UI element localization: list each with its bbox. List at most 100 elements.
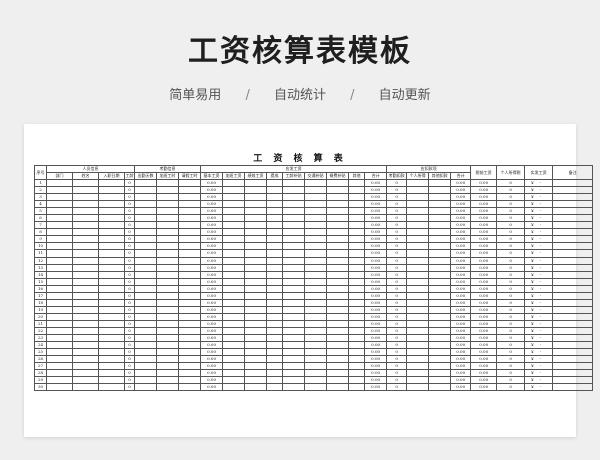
table-cell[interactable] [244, 348, 268, 357]
table-cell[interactable] [282, 242, 306, 251]
table-cell[interactable] [244, 326, 268, 336]
table-cell[interactable] [72, 193, 99, 202]
table-cell[interactable]: 0.00 [470, 369, 498, 378]
table-cell[interactable] [177, 355, 202, 364]
table-cell[interactable] [244, 355, 268, 364]
table-cell[interactable] [428, 186, 452, 195]
table-cell[interactable] [326, 334, 350, 343]
table-cell[interactable] [98, 242, 125, 251]
table-cell[interactable]: 0 [386, 235, 408, 244]
table-cell[interactable]: 0 [124, 277, 135, 286]
table-cell[interactable] [222, 326, 246, 336]
table-cell[interactable] [282, 298, 306, 307]
table-cell[interactable] [406, 376, 430, 385]
table-cell[interactable] [428, 242, 452, 251]
table-cell[interactable]: 0.00 [200, 341, 224, 350]
table-cell[interactable]: 0.00 [450, 348, 472, 357]
table-cell[interactable]: 0.00 [200, 207, 224, 216]
table-cell[interactable]: ¥ - [524, 383, 554, 392]
table-cell[interactable] [304, 186, 328, 195]
table-cell[interactable] [156, 348, 179, 357]
table-cell[interactable] [326, 362, 350, 371]
table-cell[interactable] [326, 263, 350, 272]
table-cell[interactable] [428, 270, 452, 279]
table-cell[interactable] [266, 355, 284, 364]
table-cell[interactable] [304, 291, 328, 300]
table-cell[interactable] [177, 277, 202, 286]
table-cell[interactable] [98, 383, 125, 392]
table-cell[interactable] [348, 242, 366, 251]
table-cell[interactable]: 0.00 [450, 319, 472, 328]
table-cell[interactable] [266, 207, 284, 216]
table-cell[interactable] [348, 178, 366, 188]
table-cell[interactable] [98, 178, 125, 188]
table-cell[interactable] [46, 291, 73, 300]
table-cell[interactable] [72, 376, 99, 385]
table-cell[interactable] [156, 376, 179, 385]
table-cell[interactable] [72, 284, 99, 293]
table-cell[interactable] [244, 334, 268, 343]
table-cell[interactable]: 0 [386, 376, 408, 385]
table-cell[interactable]: 0 [496, 341, 526, 350]
table-cell[interactable] [177, 221, 202, 230]
table-cell[interactable] [244, 235, 268, 244]
table-cell[interactable] [266, 186, 284, 195]
table-cell[interactable] [304, 221, 328, 230]
table-cell[interactable] [72, 369, 99, 378]
table-cell[interactable] [244, 305, 268, 314]
table-cell[interactable] [304, 383, 328, 392]
table-cell[interactable] [282, 228, 306, 237]
table-cell[interactable]: 0.00 [200, 228, 224, 237]
table-cell[interactable]: 0.00 [200, 383, 224, 392]
table-cell[interactable]: 0 [386, 369, 408, 378]
table-cell[interactable] [134, 284, 157, 293]
table-cell[interactable]: 0 [386, 228, 408, 237]
table-cell[interactable]: 0.00 [364, 178, 388, 188]
table-cell[interactable] [177, 334, 202, 343]
table-cell[interactable]: 0.00 [470, 362, 498, 371]
table-cell[interactable]: ¥ - [524, 207, 554, 216]
table-cell[interactable] [46, 193, 73, 202]
table-cell[interactable]: ¥ - [524, 256, 554, 265]
table-cell[interactable] [552, 298, 594, 307]
table-cell[interactable] [406, 341, 430, 350]
table-cell[interactable] [134, 291, 157, 300]
table-cell[interactable] [428, 376, 452, 385]
table-cell[interactable]: 0 [496, 214, 526, 223]
table-cell[interactable]: 0.00 [450, 362, 472, 371]
table-cell[interactable] [282, 178, 306, 188]
table-cell[interactable]: 0.00 [200, 249, 224, 258]
table-cell[interactable]: 0 [496, 193, 526, 202]
table-cell[interactable] [348, 207, 366, 216]
table-cell[interactable]: ¥ - [524, 200, 554, 209]
table-cell[interactable] [46, 348, 73, 357]
table-cell[interactable] [72, 312, 99, 321]
table-cell[interactable] [244, 341, 268, 350]
table-cell[interactable]: 0.00 [450, 291, 472, 300]
table-cell[interactable] [552, 348, 594, 357]
table-cell[interactable]: 0 [496, 178, 526, 188]
table-cell[interactable]: 0.00 [200, 200, 224, 209]
table-cell[interactable] [348, 256, 366, 265]
table-cell[interactable] [348, 326, 366, 336]
table-cell[interactable] [98, 193, 125, 202]
table-cell[interactable] [156, 186, 179, 195]
table-cell[interactable] [156, 263, 179, 272]
table-cell[interactable] [177, 263, 202, 272]
table-cell[interactable] [406, 193, 430, 202]
table-cell[interactable] [326, 348, 350, 357]
table-cell[interactable]: 0 [124, 186, 135, 195]
table-cell[interactable] [98, 298, 125, 307]
table-cell[interactable] [222, 277, 246, 286]
table-cell[interactable] [266, 369, 284, 378]
table-cell[interactable] [326, 319, 350, 328]
table-cell[interactable]: 0.00 [450, 186, 472, 195]
table-cell[interactable] [348, 277, 366, 286]
table-cell[interactable] [72, 334, 99, 343]
table-cell[interactable] [98, 326, 125, 336]
table-cell[interactable] [406, 362, 430, 371]
table-cell[interactable] [304, 319, 328, 328]
table-cell[interactable] [244, 186, 268, 195]
table-cell[interactable] [156, 193, 179, 202]
table-cell[interactable]: 0 [386, 200, 408, 209]
